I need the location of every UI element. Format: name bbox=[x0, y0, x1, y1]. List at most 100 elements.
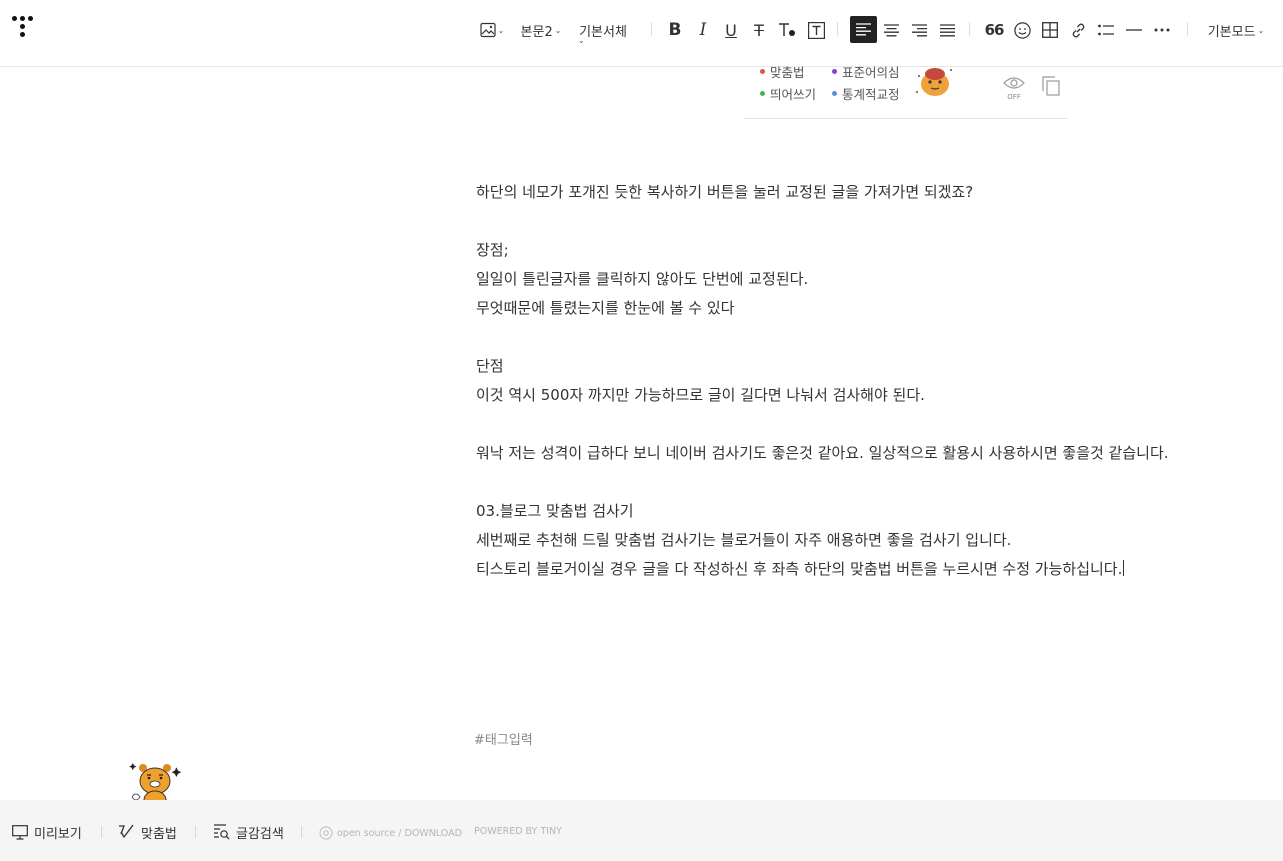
align-justify-button[interactable] bbox=[936, 17, 958, 43]
legend-spacing: 띄어쓰기 bbox=[760, 84, 816, 103]
underline-icon: U bbox=[725, 20, 737, 40]
tag-input[interactable]: #태그입력 bbox=[474, 729, 533, 748]
editor-mode-label: 기본모드 bbox=[1207, 24, 1256, 40]
editor-footer: 미리보기 맞춤법 글감검색 open source / DOWNLOAD POW… bbox=[0, 800, 1283, 861]
text-color-button[interactable] bbox=[776, 17, 798, 43]
bold-icon: B bbox=[668, 20, 682, 40]
italic-button[interactable]: I bbox=[692, 17, 714, 43]
legend-dot bbox=[760, 69, 765, 74]
font-family-label: 기본서체 bbox=[579, 24, 627, 40]
toolbar-divider bbox=[969, 22, 970, 36]
align-left-button[interactable] bbox=[850, 16, 877, 43]
strikethrough-button[interactable]: T bbox=[748, 17, 770, 43]
legend-dot bbox=[832, 69, 837, 74]
align-center-icon bbox=[883, 23, 899, 36]
copy-button[interactable] bbox=[1042, 76, 1060, 100]
horizontal-line-button[interactable] bbox=[1123, 17, 1145, 43]
paragraph: 장점; bbox=[476, 241, 509, 259]
bold-button[interactable]: B bbox=[664, 17, 686, 43]
toolbar-divider bbox=[651, 22, 652, 36]
align-center-button[interactable] bbox=[880, 17, 902, 43]
text-cursor bbox=[1123, 560, 1125, 576]
italic-icon: I bbox=[699, 20, 707, 40]
paragraph: 세번째로 추천해 드릴 맞춤법 검사기는 블로거들이 자주 애용하면 좋을 검사… bbox=[476, 531, 1012, 549]
text-background-button[interactable] bbox=[805, 17, 827, 43]
horizontal-line-icon bbox=[1126, 29, 1142, 31]
image-icon bbox=[480, 22, 496, 38]
emoticon-button[interactable] bbox=[1011, 17, 1033, 43]
paragraph bbox=[476, 468, 1276, 497]
open-source-link[interactable]: open source / DOWNLOAD bbox=[319, 826, 462, 840]
bullet-list-icon bbox=[1097, 24, 1114, 35]
editor-mode-select[interactable]: 기본모드 ⌄ bbox=[1204, 17, 1268, 43]
word-search-button[interactable]: 글감검색 bbox=[213, 822, 284, 842]
toggle-state-label: OFF bbox=[1007, 93, 1021, 101]
insert-image-button[interactable]: ⌄ bbox=[478, 17, 506, 43]
legend-label: 띄어쓰기 bbox=[770, 87, 817, 102]
word-search-label: 글감검색 bbox=[236, 826, 284, 842]
align-left-icon bbox=[856, 23, 871, 36]
align-right-button[interactable] bbox=[908, 17, 930, 43]
preview-label: 미리보기 bbox=[34, 826, 82, 842]
chevron-down-icon: ⌄ bbox=[554, 25, 562, 35]
spellcheck-button[interactable]: 맞춤법 bbox=[118, 822, 177, 842]
text-background-icon bbox=[807, 21, 825, 39]
chevron-down-icon: ⌄ bbox=[497, 25, 505, 35]
editor-content[interactable]: 하단의 네모가 포개진 듯한 복사하기 버튼을 눌러 교정된 글을 가져가면 되… bbox=[476, 178, 1276, 584]
footer-divider bbox=[101, 826, 102, 838]
list-button[interactable] bbox=[1095, 17, 1117, 43]
more-icon bbox=[1154, 28, 1170, 32]
table-button[interactable] bbox=[1039, 17, 1061, 43]
paragraph: 03.블로그 맞춤법 검사기 bbox=[476, 502, 634, 520]
toolbar-divider bbox=[837, 22, 838, 36]
tistory-logo[interactable] bbox=[12, 16, 40, 44]
spellcheck-icon bbox=[119, 824, 134, 839]
paragraph-style-select[interactable]: 본문2 ⌄ bbox=[518, 17, 564, 43]
legend-dot bbox=[760, 91, 765, 96]
paragraph-style-label: 본문2 bbox=[520, 24, 553, 40]
paragraph bbox=[476, 323, 1276, 352]
character-sticker bbox=[916, 68, 952, 96]
table-icon bbox=[1042, 22, 1058, 38]
legend-label: 통계적교정 bbox=[842, 87, 900, 102]
underline-button[interactable]: U bbox=[720, 17, 742, 43]
link-button[interactable] bbox=[1067, 17, 1089, 43]
legend-dot bbox=[832, 91, 837, 96]
preview-button[interactable]: 미리보기 bbox=[12, 822, 82, 842]
powered-by-label: POWERED BY TINY bbox=[474, 826, 562, 837]
strikethrough-icon: T bbox=[754, 20, 764, 40]
open-source-label: open source / DOWNLOAD bbox=[337, 827, 462, 839]
spellcheck-panel: 맞춤법 표준어의심 띄어쓰기 통계적교정 OFF bbox=[744, 60, 1068, 119]
editor-toolbar: ⌄ 본문2 ⌄ 기본서체 ⌄ B I U T 66 기본모드 ⌄ bbox=[0, 0, 1283, 67]
highlight-toggle[interactable]: OFF bbox=[1002, 75, 1026, 101]
legend-statistical: 통계적교정 bbox=[832, 84, 900, 103]
quote-button[interactable]: 66 bbox=[983, 17, 1005, 43]
align-right-icon bbox=[911, 23, 927, 36]
link-icon bbox=[1072, 23, 1084, 37]
eye-icon bbox=[1003, 77, 1025, 89]
paragraph: 무엇때문에 틀렸는지를 한눈에 볼 수 있다 bbox=[476, 299, 735, 317]
text-color-icon bbox=[779, 23, 795, 36]
footer-divider bbox=[195, 826, 196, 838]
paragraph bbox=[476, 207, 1276, 236]
legend-label: 표준어의심 bbox=[842, 65, 900, 80]
chevron-down-icon: ⌄ bbox=[578, 36, 585, 45]
copy-icon bbox=[1042, 76, 1060, 96]
paragraph: 워낙 저는 성격이 급하다 보니 네이버 검사기도 좋은것 같아요. 일상적으로… bbox=[476, 444, 1169, 462]
smile-icon bbox=[1013, 21, 1031, 39]
footer-divider bbox=[301, 826, 302, 838]
paragraph: 일일이 틀린글자를 클릭하지 않아도 단번에 교정된다. bbox=[476, 270, 809, 288]
document-search-icon bbox=[214, 824, 230, 840]
paragraph-with-cursor: 티스토리 블로거이실 경우 글을 다 작성하신 후 좌측 하단의 맞춤법 버튼을… bbox=[476, 555, 1276, 584]
paragraph: 이것 역시 500자 까지만 가능하므로 글이 길다면 나눠서 검사해야 된다. bbox=[476, 386, 925, 404]
paragraph bbox=[476, 410, 1276, 439]
chevron-down-icon: ⌄ bbox=[1257, 25, 1265, 35]
quote-icon: 66 bbox=[984, 21, 1005, 39]
toolbar-divider bbox=[1187, 22, 1188, 36]
align-justify-icon bbox=[939, 23, 955, 36]
monitor-icon bbox=[12, 824, 28, 840]
spellcheck-label: 맞춤법 bbox=[141, 826, 177, 842]
more-button[interactable] bbox=[1151, 17, 1173, 43]
legend-label: 맞춤법 bbox=[770, 65, 805, 80]
paragraph: 티스토리 블로거이실 경우 글을 다 작성하신 후 좌측 하단의 맞춤법 버튼을… bbox=[476, 560, 1123, 578]
